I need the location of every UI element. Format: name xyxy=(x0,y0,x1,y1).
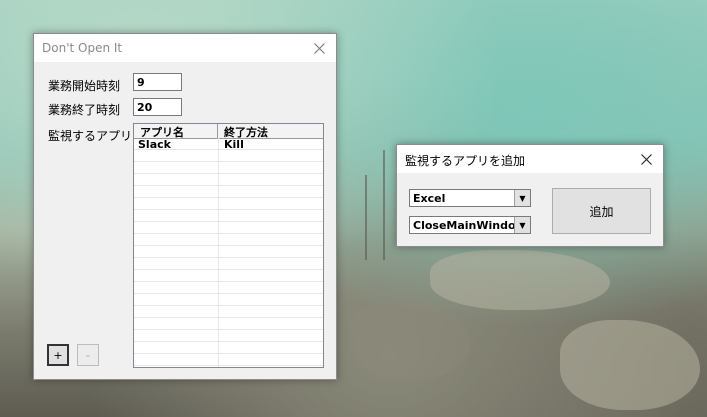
apps-table[interactable]: アプリ名 終了方法 Slack Kill xyxy=(133,123,324,368)
add-app-window-title: 監視するアプリを追加 xyxy=(405,154,526,168)
apps-label: 監視するアプリ xyxy=(48,129,133,143)
column-header-exit-method[interactable]: 終了方法 xyxy=(218,124,323,139)
table-cell-app-name: Slack xyxy=(138,138,171,151)
close-icon xyxy=(640,153,652,165)
add-app-button[interactable]: + xyxy=(47,344,69,366)
method-select-value: CloseMainWindow xyxy=(413,219,526,232)
main-window-titlebar[interactable]: Don't Open It xyxy=(34,34,336,62)
start-time-label: 業務開始時刻 xyxy=(48,79,121,93)
main-window: Don't Open It 業務開始時刻 9 業務終了時刻 20 監視するアプリ… xyxy=(33,33,337,380)
end-time-input[interactable]: 20 xyxy=(133,98,182,116)
add-button[interactable]: 追加 xyxy=(552,188,651,234)
table-header: アプリ名 終了方法 xyxy=(134,124,323,139)
close-icon xyxy=(313,42,325,54)
remove-app-button[interactable]: - xyxy=(77,344,99,366)
app-select[interactable]: Excel ▼ xyxy=(409,189,531,207)
main-window-title: Don't Open It xyxy=(42,41,123,55)
start-time-input[interactable]: 9 xyxy=(133,73,182,91)
method-select[interactable]: CloseMainWindow ▼ xyxy=(409,216,531,234)
app-select-value: Excel xyxy=(413,192,446,205)
column-header-app-name[interactable]: アプリ名 xyxy=(134,124,218,139)
main-window-close-button[interactable] xyxy=(302,34,336,62)
add-app-window-close-button[interactable] xyxy=(629,145,663,173)
chevron-down-icon[interactable]: ▼ xyxy=(514,217,530,233)
table-cell-exit-method: Kill xyxy=(224,138,244,151)
chevron-down-icon[interactable]: ▼ xyxy=(514,190,530,206)
table-row[interactable]: Slack Kill xyxy=(134,138,323,151)
add-app-window-titlebar[interactable]: 監視するアプリを追加 xyxy=(397,145,663,173)
end-time-label: 業務終了時刻 xyxy=(48,103,121,117)
add-app-window: 監視するアプリを追加 Excel ▼ CloseMainWindow ▼ 追加 xyxy=(396,144,664,247)
